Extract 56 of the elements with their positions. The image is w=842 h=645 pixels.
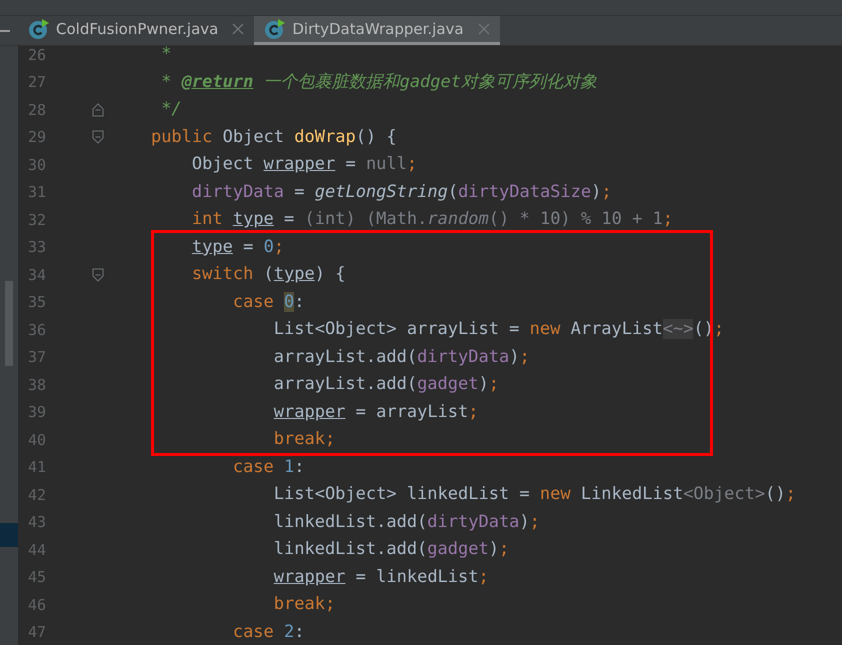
code-line: wrapper = linkedList; [272, 568, 489, 587]
line-number: 42 [26, 486, 46, 504]
line-number: 31 [26, 183, 46, 202]
line-number: 44 [26, 540, 46, 559]
line-number: 32 [26, 210, 46, 229]
line-number: 26 [26, 46, 46, 64]
code-line: wrapper = arrayList; [272, 402, 479, 422]
code-line: linkedList.add(dirtyData); [272, 512, 540, 532]
line-number: 45 [26, 568, 46, 586]
code-line: List<Object> arrayList = new ArrayList<~>(); [272, 320, 724, 340]
line-number: 36 [26, 320, 46, 339]
code-line: arrayList.add(gadget); [272, 375, 499, 394]
line-number: 43 [26, 513, 46, 532]
line-number: 38 [26, 376, 46, 394]
file-tab[interactable]: DirtyDataWrapper.java [254, 16, 500, 45]
code-line: List<Object> linkedList = new LinkedList<Object>(); [272, 485, 796, 504]
line-number: 30 [26, 156, 46, 174]
code-line: case 0: [232, 292, 305, 312]
code-line: case 1: [232, 458, 305, 477]
code-line: break; [272, 430, 336, 450]
line-number: 40 [26, 430, 46, 449]
close-icon[interactable] [478, 23, 490, 35]
minimize-icon[interactable] [0, 30, 10, 32]
code-line: switch (type) { [190, 265, 346, 284]
line-number: 39 [26, 403, 46, 422]
line-number: 35 [26, 293, 46, 312]
code-line: * [160, 46, 172, 64]
code-line: linkedList.add(gadget); [272, 540, 510, 560]
fold-marker-icon[interactable] [92, 130, 104, 144]
code-line: arrayList.add(dirtyData); [272, 348, 530, 367]
code-line: case 2: [232, 622, 305, 642]
line-number: 27 [26, 73, 46, 92]
line-number: 37 [26, 348, 46, 366]
code-line: break; [272, 595, 336, 614]
file-tab[interactable]: ColdFusionPwner.java [18, 16, 254, 45]
line-number: 46 [26, 596, 46, 614]
fold-marker-icon[interactable] [92, 102, 104, 117]
code-line: dirtyData = getLongString(dirtyDataSize); [190, 182, 612, 202]
code-line: */ [160, 100, 182, 120]
selection-marker [0, 523, 18, 547]
class-file-icon [28, 18, 50, 40]
scrollbar-thumb[interactable] [5, 281, 13, 366]
line-number: 41 [26, 458, 46, 476]
line-number: 34 [26, 266, 46, 284]
line-number: 47 [26, 623, 46, 642]
fold-marker-icon[interactable] [92, 268, 104, 282]
line-number: 33 [26, 238, 46, 256]
code-line: Object wrapper = null; [190, 155, 418, 174]
code-line: type = 0; [190, 238, 284, 257]
line-number: 28 [26, 100, 46, 119]
close-icon[interactable] [232, 23, 244, 35]
class-file-icon [264, 18, 286, 40]
code-line: * @return 一个包裹脏数据和gadget对象可序列化对象 [160, 72, 597, 92]
line-number: 29 [26, 128, 46, 146]
code-line: public Object doWrap() { [150, 128, 397, 147]
code-line: int type = (int) (Math.random() * 10) % 10 + 1; [190, 210, 674, 230]
